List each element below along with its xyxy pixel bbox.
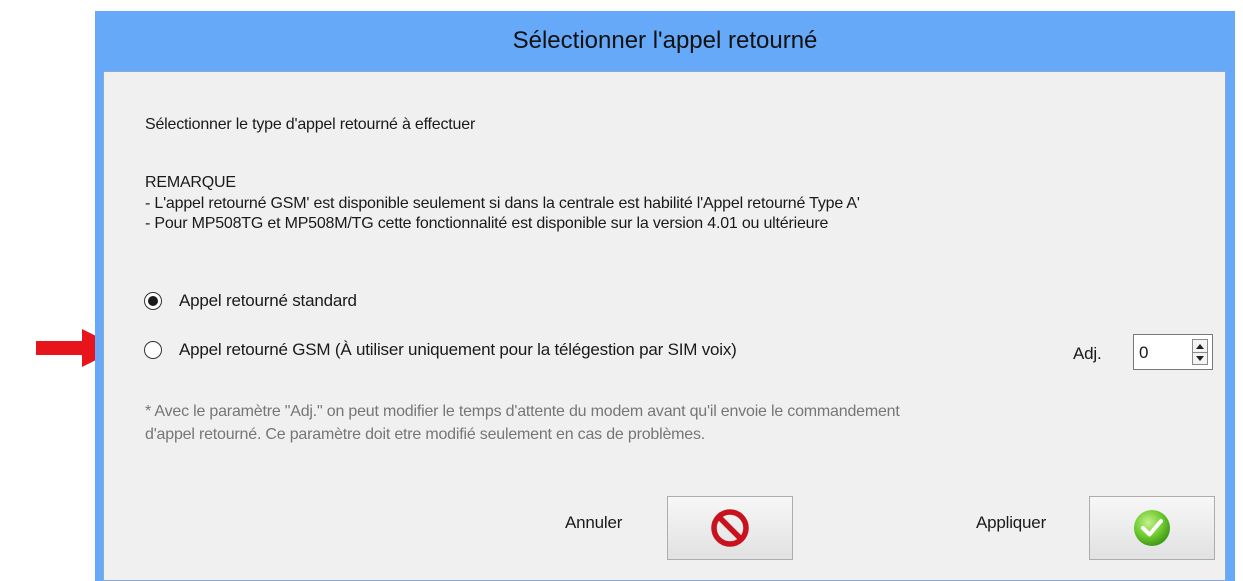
adj-note-line: d'appel retourné. Ce paramètre doit etre… xyxy=(145,426,706,443)
radio-label-standard: Appel retourné standard xyxy=(179,291,357,310)
caret-down-icon xyxy=(1196,355,1204,361)
adj-stepper[interactable]: 0 xyxy=(1133,334,1213,370)
radio-option-gsm[interactable]: Appel retourné GSM (À utiliser uniquemen… xyxy=(144,340,737,360)
dialog-title: Sélectionner l'appel retourné xyxy=(512,27,818,54)
apply-label: Appliquer xyxy=(976,513,1047,532)
dialog-window: Sélectionner l'appel retourné Sélectionn… xyxy=(95,11,1235,581)
adj-label: Adj. xyxy=(1073,344,1102,363)
dialog-body: Sélectionner le type d'appel retourné à … xyxy=(103,71,1226,581)
stepper-down-button[interactable] xyxy=(1193,352,1207,364)
remark-line: - Pour MP508TG et MP508M/TG cette foncti… xyxy=(145,215,829,232)
stepper-buttons xyxy=(1192,339,1208,365)
remark-line: - L'appel retourné GSM' est disponible s… xyxy=(145,195,860,212)
green-check-icon xyxy=(1134,510,1170,546)
cancel-button[interactable] xyxy=(667,496,793,560)
adj-value[interactable]: 0 xyxy=(1139,343,1148,363)
caret-up-icon xyxy=(1196,343,1204,349)
radio-label-gsm: Appel retourné GSM (À utiliser uniquemen… xyxy=(179,340,737,359)
radio-button-gsm[interactable] xyxy=(144,341,162,359)
radio-option-standard[interactable]: Appel retourné standard xyxy=(144,291,357,311)
apply-button[interactable] xyxy=(1089,496,1215,560)
instruction-text: Sélectionner le type d'appel retourné à … xyxy=(145,116,476,133)
cancel-label: Annuler xyxy=(565,513,623,532)
remark-title: REMARQUE xyxy=(145,174,236,191)
radio-button-standard[interactable] xyxy=(144,292,162,310)
no-entry-icon xyxy=(711,509,749,547)
adj-note-line: * Avec le paramètre "Adj." on peut modif… xyxy=(145,403,900,420)
